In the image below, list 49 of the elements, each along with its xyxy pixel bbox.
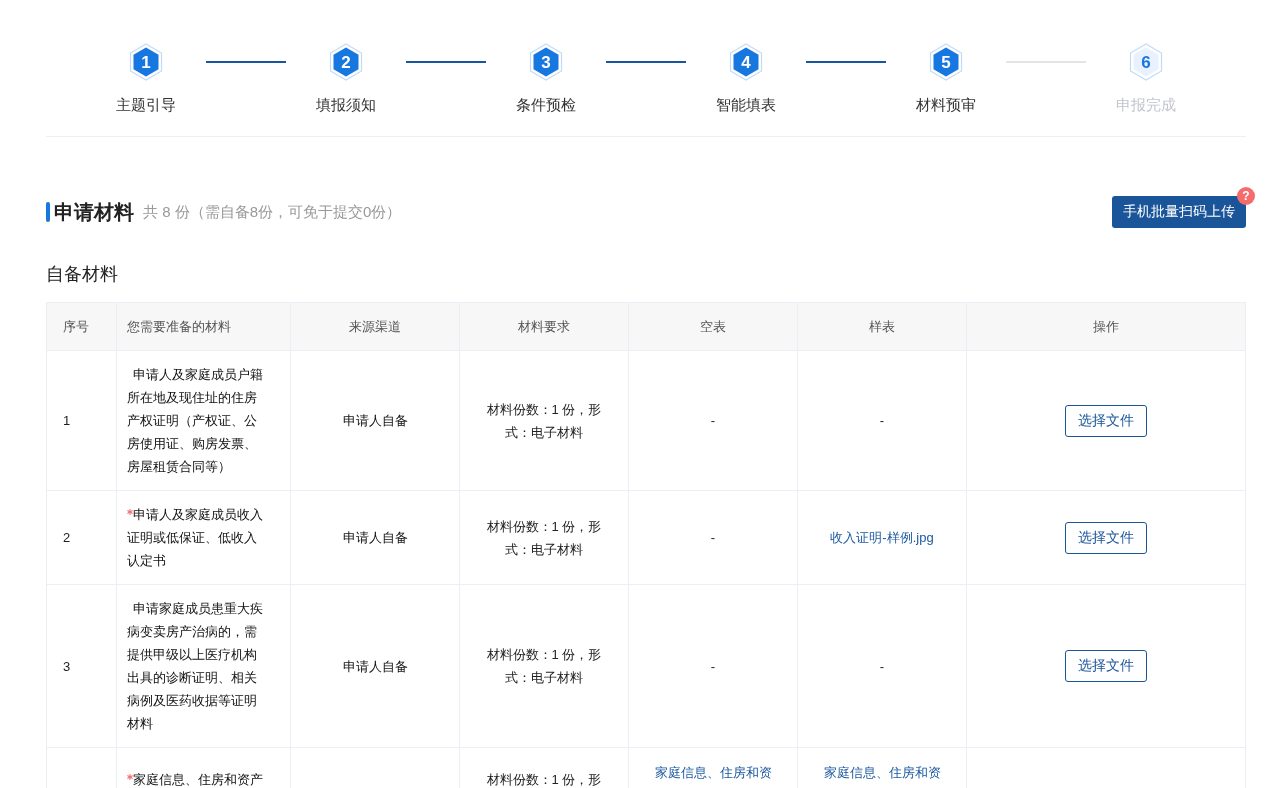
empty-dash: - [879,657,885,676]
requirement-text: 材料份数：1 份，形 [486,771,602,788]
upload-button[interactable]: 手机批量扫码上传 [1112,196,1246,228]
step-number: 5 [941,53,951,71]
step-label: 智能填表 [716,95,776,115]
column-header: 样表 [798,303,967,351]
file-link[interactable]: 家庭信息、住房和资 [654,761,772,784]
file-link[interactable]: 家庭信息、住房和资 [823,761,941,784]
file-link[interactable]: 收入证明-样例.jpg [830,526,934,549]
empty-dash: - [710,529,716,547]
step-label: 申报完成 [1116,95,1176,115]
row-number: 3 [63,657,71,676]
section-title: 申请材料 [54,200,134,225]
requirement-text: 材料份数：1 份，形式：电子材料 [485,646,603,687]
section-summary: 共 8 份（需自备8份，可免于提交0份） [143,202,402,222]
step-number: 2 [341,53,351,71]
column-header: 您需要准备的材料 [117,303,291,351]
requirement-text: 材料份数：1 份，形式：电子材料 [485,400,603,442]
column-header: 空表 [629,303,798,351]
column-header: 来源渠道 [291,303,460,351]
source-text: 申请人自备 [342,657,408,676]
select-file-button[interactable]: 选择文件 [1065,521,1147,554]
requirement-text: 材料份数：1 份，形式：电子材料 [485,517,603,559]
step-label: 材料预审 [916,95,976,115]
column-header: 序号 [47,303,117,351]
material-name: 申请人及家庭成员收入证明或低保证、低收入认定书 [127,506,264,570]
select-file-button[interactable]: 选择文件 [1065,650,1147,682]
column-header: 材料要求 [460,303,629,351]
step-number: 3 [541,53,551,71]
empty-dash: - [710,412,716,430]
step-number: 6 [1141,53,1151,71]
empty-dash: - [879,412,885,430]
material-name: 申请人及家庭成员户籍所在地及现住址的住房产权证明（产权证、公房使用证、购房发票、房屋租赁合同等） [127,366,264,476]
step-label: 条件预检 [516,95,576,115]
step-number: 1 [141,53,151,71]
column-header: 操作 [967,303,1246,351]
step-label: 主题引导 [116,95,176,115]
source-text: 申请人自备 [342,529,408,547]
row-number: 1 [63,412,71,430]
source-text: 申请人自备 [342,412,408,430]
step-number: 4 [741,53,751,71]
select-file-button[interactable]: 选择文件 [1065,404,1147,437]
row-number: 2 [63,529,71,547]
material-name: 申请家庭成员患重大疾病变卖房产治病的，需提供甲级以上医疗机构出具的诊断证明、相关病例及医药收据等证明材料 [127,600,264,733]
step-label: 填报须知 [316,95,376,115]
empty-dash: - [710,657,716,676]
title-accent-bar [46,202,50,222]
material-name: 家庭信息、住房和资产 [132,771,264,788]
subsection-title: 自备材料 [46,263,119,286]
